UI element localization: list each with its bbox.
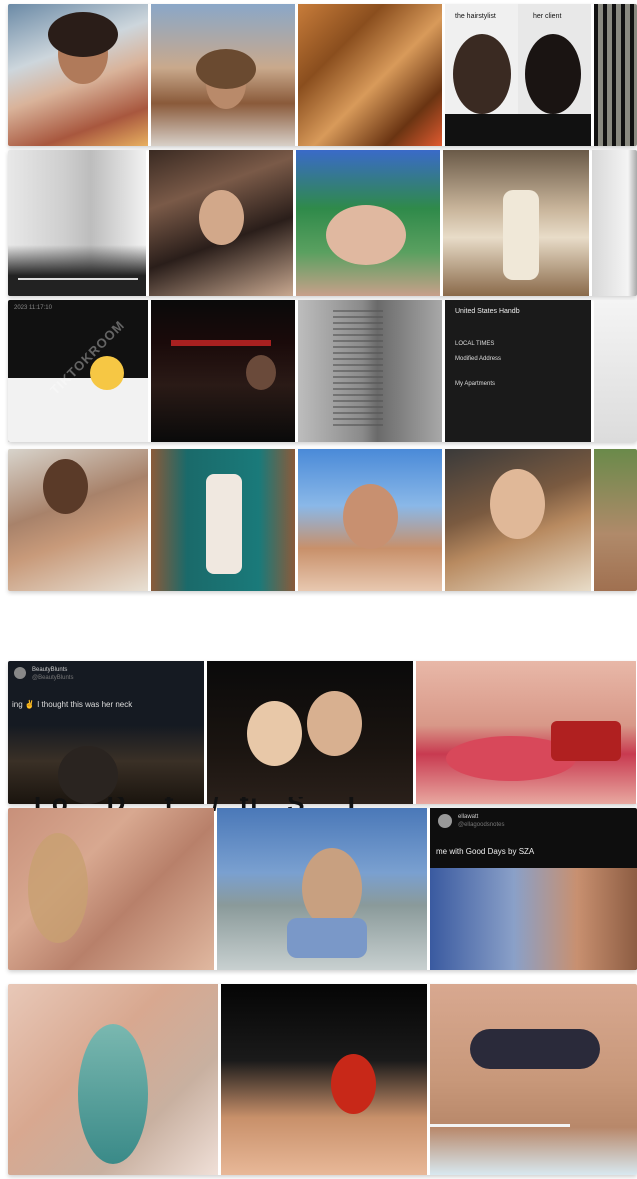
- tweet-text: ing ✌ I thought this was her neck: [12, 700, 133, 709]
- photo-woman-bow[interactable]: [8, 4, 148, 146]
- collage-row-7: [8, 984, 637, 1175]
- tweet-screenshot-dog[interactable]: BeautyBlunts @BeautyBlunts ing ✌ I thoug…: [8, 661, 204, 804]
- video-hallway[interactable]: [8, 150, 146, 296]
- screenshot-document[interactable]: United States Handb LOCAL TIMES Modified…: [445, 300, 591, 442]
- document-line-2: Modified Address: [455, 356, 502, 362]
- photo-woman-curls[interactable]: [445, 449, 591, 591]
- collage-row-3: TIKTOKROOM 2023 11:17:10 United States H…: [8, 300, 637, 442]
- photo-foundation-skin[interactable]: [8, 808, 214, 970]
- photo-nails-hands[interactable]: [296, 150, 440, 296]
- photo-balcony-selfie[interactable]: [217, 808, 427, 970]
- photo-car-night[interactable]: [151, 300, 295, 442]
- photo-woman-partial[interactable]: [594, 449, 637, 591]
- tweet-text: me with Good Days by SZA: [436, 847, 535, 856]
- photo-red-nail-product[interactable]: [221, 984, 427, 1175]
- collage-row-4: [8, 449, 637, 591]
- photo-two-friends[interactable]: [207, 661, 413, 804]
- collage-row-2: [8, 150, 637, 296]
- emoji: [90, 356, 124, 390]
- document-line-3: My Apartments: [455, 381, 496, 387]
- photo-lash-lamination[interactable]: [430, 984, 637, 1175]
- photo-women-selfie[interactable]: [149, 150, 293, 296]
- photo-hair-closeup[interactable]: [298, 4, 442, 146]
- photo-lip-gloss[interactable]: [416, 661, 636, 804]
- screenshot-chat[interactable]: TIKTOKROOM 2023 11:17:10: [8, 300, 148, 442]
- chat-timestamp: 2023 11:17:10: [14, 305, 52, 311]
- photo-woman-sky[interactable]: [298, 449, 442, 591]
- tweet-handle: @ellagoodsnotes: [458, 822, 505, 828]
- document-title: United States Handb: [455, 308, 520, 315]
- avatar: [438, 814, 452, 828]
- tweet-handle: @BeautyBlunts: [32, 675, 74, 681]
- collage-row-5: BeautyBlunts @BeautyBlunts ing ✌ I thoug…: [8, 661, 637, 804]
- avatar: [14, 667, 26, 679]
- collage-row-6: ellawatt @ellagoodsnotes me with Good Da…: [8, 808, 637, 970]
- tweet-user: BeautyBlunts: [32, 667, 68, 673]
- photo-hairstylist-client[interactable]: the hairstylist her client: [445, 4, 591, 146]
- photo-wedding-scene[interactable]: [443, 150, 589, 296]
- collage-row-1: the hairstylist her client: [8, 4, 637, 146]
- photo-woman-field[interactable]: [151, 4, 295, 146]
- caption-hairstylist: the hairstylist: [455, 13, 496, 20]
- photo-gate[interactable]: [594, 4, 637, 146]
- document-line-1: LOCAL TIMES: [455, 341, 495, 347]
- tweet-user: ellawatt: [458, 814, 479, 820]
- photo-woman-sitting[interactable]: [8, 449, 148, 591]
- screenshot-text-page[interactable]: [298, 300, 442, 442]
- photo-doorway[interactable]: [592, 150, 637, 296]
- caption-client: her client: [533, 13, 562, 20]
- photo-green-nail[interactable]: [8, 984, 218, 1175]
- photo-white-wall[interactable]: [594, 300, 637, 442]
- tweet-screenshot-makeup[interactable]: ellawatt @ellagoodsnotes me with Good Da…: [430, 808, 637, 970]
- photo-woman-door[interactable]: [151, 449, 295, 591]
